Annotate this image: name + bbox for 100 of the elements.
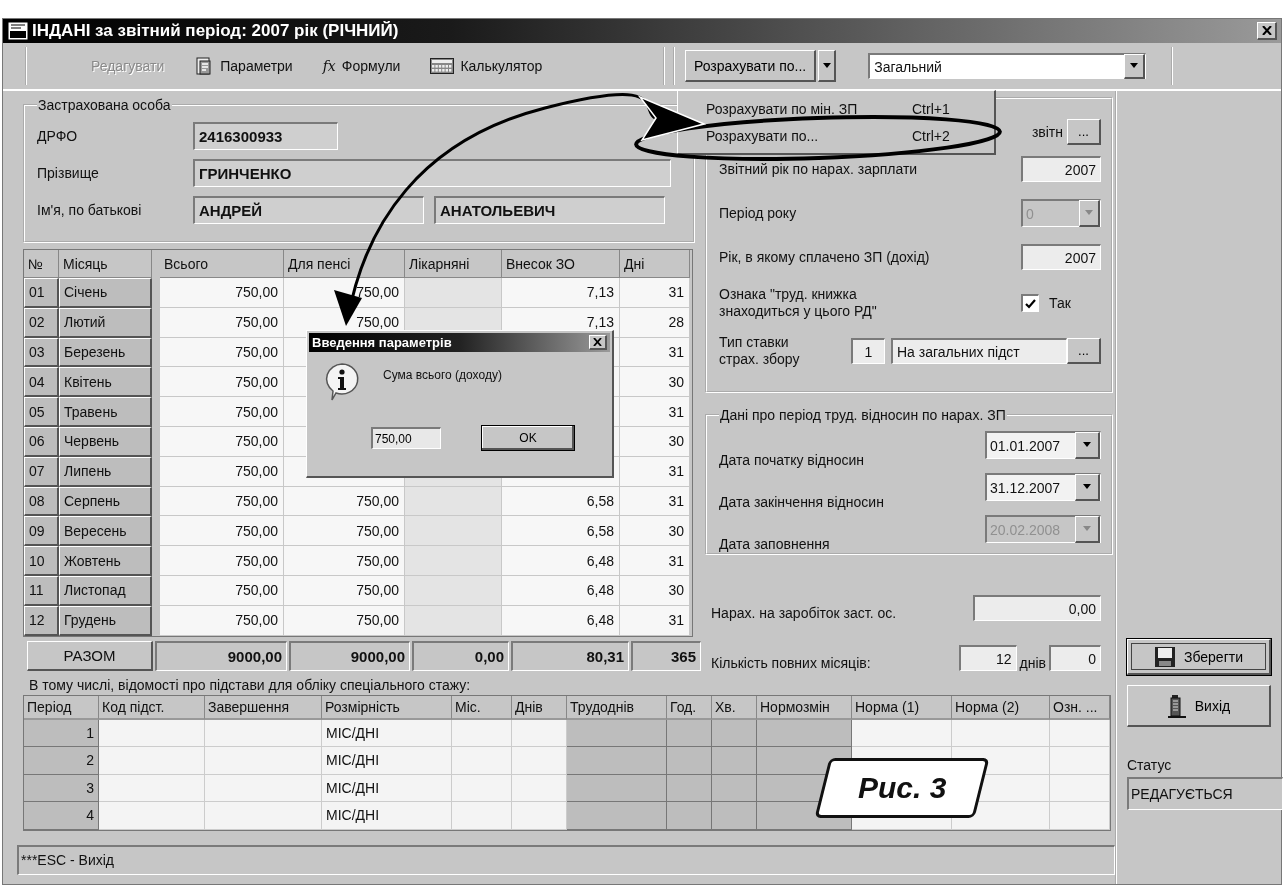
table-cell: 31 (620, 278, 690, 308)
table-cell: 750,00 (160, 307, 284, 338)
table-cell: 750,00 (160, 546, 284, 576)
field-label: Період року (719, 204, 797, 222)
table-cell: 31 (620, 456, 690, 487)
field-label: Нарах. на заробіток заст. ос. (711, 605, 897, 621)
toolbar-button[interactable]: fx Формули (318, 56, 405, 76)
input-field[interactable]: 2007 (1021, 244, 1101, 270)
month-cell: Липень (59, 456, 152, 487)
column-header: Для пенсі (284, 250, 405, 278)
input-field[interactable]: ГРИНЧЕНКО (193, 158, 671, 187)
table-cell: 750,00 (284, 546, 405, 576)
caret-icon (1082, 484, 1092, 490)
table-cell: 6,48 (502, 575, 620, 606)
column-header: Всього (160, 250, 284, 278)
status-label: Статус (1127, 757, 1173, 773)
table-cell: МІС/ДНІ (322, 747, 452, 775)
row-number: 09 (24, 516, 59, 547)
table-cell: 6,58 (502, 486, 620, 517)
caret-icon (1129, 63, 1140, 69)
table-cell: 28 (620, 307, 690, 338)
input-field[interactable]: АНДРЕЙ (193, 195, 424, 224)
table-cell: МІС/ДНІ (322, 719, 452, 748)
months-field[interactable]: 12 (958, 645, 1017, 671)
field-label: ДРФО (37, 127, 79, 144)
field-label: Дата початку відносин (719, 452, 865, 469)
field-label: днів (1019, 655, 1046, 671)
info-icon (323, 362, 361, 402)
month-cell: Червень (59, 427, 152, 457)
building-icon (1166, 693, 1187, 718)
total-cell: 9000,00 (289, 640, 410, 671)
table-cell: 750,00 (160, 486, 284, 517)
dialog-title: Введення параметрів (312, 335, 452, 350)
column-header: Внесок ЗО (502, 250, 620, 278)
row-number: 12 (24, 605, 59, 636)
input-field[interactable]: На загальних підст (891, 338, 1067, 364)
app-icon (7, 21, 29, 41)
table-cell: 31 (620, 397, 690, 427)
table-cell: МІС/ДНІ (322, 774, 452, 803)
checkbox[interactable] (1021, 294, 1039, 312)
table-cell: 31 (620, 605, 690, 636)
status-field: РЕДАГУЄТЬСЯ (1127, 777, 1283, 810)
field-label: Ознака "труд. книжка знаходиться у цього РД" (719, 286, 878, 320)
field-label: Звітний рік по нарах. зарплати (719, 160, 918, 178)
column-header: Місяць (59, 250, 152, 278)
input-field[interactable]: 0,00 (973, 595, 1101, 621)
group-title: Дані про період труд. відносин по нарах. ЗП (719, 407, 1007, 423)
menu-item[interactable]: Розрахувати по... Ctrl+2 (678, 122, 994, 149)
table-cell: 750,00 (160, 456, 284, 487)
table-cell: 750,00 (284, 486, 405, 517)
table-cell: 750,00 (160, 516, 284, 547)
close-icon (1261, 26, 1272, 35)
table-cell: 750,00 (160, 427, 284, 457)
ok-button[interactable]: OK (481, 425, 575, 451)
table-cell: 6,48 (502, 546, 620, 576)
column-header: № (24, 250, 59, 278)
row-number: 03 (24, 337, 59, 368)
exit-button[interactable]: Вихід (1127, 685, 1271, 727)
total-cell: 0,00 (412, 640, 509, 671)
close-button[interactable] (1257, 22, 1277, 40)
menu-item[interactable]: Розрахувати по мін. ЗП Ctrl+1 (678, 95, 994, 122)
close-button[interactable] (589, 335, 607, 350)
field-label: Прізвище (37, 164, 100, 181)
total-cell: 9000,00 (155, 640, 287, 671)
table-cell: 750,00 (160, 397, 284, 427)
group-title: Застрахована особа (37, 97, 172, 113)
table-cell: 30 (620, 575, 690, 606)
section-caption: В тому числі, відомості про підстави для обліку спеціального стажу: (28, 675, 472, 695)
browse-button[interactable]: ... (1067, 119, 1101, 145)
field-label: Кількість повних місяців: (711, 655, 871, 671)
table-cell: 30 (620, 367, 690, 398)
input-field[interactable]: 2007 (1021, 156, 1101, 182)
calculate-button[interactable]: Розрахувати по... (685, 50, 817, 82)
toolbar-button[interactable]: Параметри (190, 54, 297, 78)
checkbox-label: Так (1049, 295, 1071, 311)
input-field[interactable]: 750,00 (371, 427, 441, 449)
days-field[interactable]: 0 (1049, 645, 1101, 671)
formula-icon: fx (322, 58, 336, 74)
date-field[interactable]: 31.12.2007 (985, 473, 1101, 501)
input-field[interactable]: АНАТОЛЬЕВИЧ (434, 195, 665, 224)
table-cell: 6,58 (502, 516, 620, 547)
save-button[interactable]: Зберегти (1127, 639, 1271, 675)
field-label: Тип ставки страх. збору (719, 334, 801, 368)
table-cell: 2 (24, 747, 99, 775)
table-cell: 750,00 (160, 605, 284, 636)
month-cell: Травень (59, 397, 152, 427)
row-number: 01 (24, 278, 59, 308)
form-type-combo[interactable]: Загальний (868, 53, 1147, 79)
date-field[interactable]: 01.01.2007 (985, 431, 1101, 459)
code-field[interactable]: 1 (851, 338, 885, 364)
check-icon (1025, 298, 1036, 309)
total-cell: 80,31 (511, 640, 629, 671)
browse-button[interactable]: ... (1067, 338, 1101, 364)
floppy-icon (1154, 645, 1176, 668)
table-cell: 3 (24, 774, 99, 803)
table-cell: 750,00 (284, 278, 405, 308)
toolbar-button[interactable]: Калькулятор (426, 56, 547, 76)
input-field[interactable]: 2416300933 (193, 121, 338, 150)
month-cell: Серпень (59, 486, 152, 517)
dropdown-arrow-button[interactable] (818, 50, 837, 82)
